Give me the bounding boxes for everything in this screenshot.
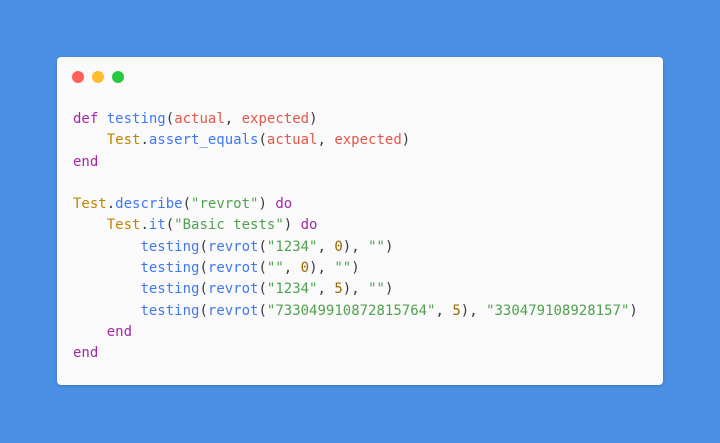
code-token: "1234" <box>266 281 318 298</box>
code-token: it <box>148 217 166 234</box>
code-token: 5 <box>452 302 461 319</box>
code-token: "733049910872815764" <box>266 302 436 319</box>
code-token: . <box>106 196 116 213</box>
code-token: ) <box>384 238 394 255</box>
code-token: "" <box>266 260 284 277</box>
minimize-dot-icon[interactable] <box>92 71 104 83</box>
code-token: "Basic tests" <box>174 217 284 234</box>
code-line: testing(revrot("", 0), "") <box>73 258 638 279</box>
code-token: ( <box>165 217 175 234</box>
code-token: revrot <box>207 281 259 298</box>
maximize-dot-icon[interactable] <box>112 71 124 83</box>
code-token: do <box>300 217 318 234</box>
code-token: "" <box>334 260 352 277</box>
code-token: do <box>275 196 293 213</box>
code-line: end <box>73 343 638 364</box>
code-token: ( <box>199 260 208 277</box>
code-token: "" <box>368 281 385 298</box>
code-token: ) <box>258 196 276 213</box>
code-token: ) <box>309 111 318 127</box>
code-line: def testing(actual, expected) <box>73 109 638 130</box>
code-token: Test <box>73 196 107 213</box>
code-token: describe <box>115 196 183 213</box>
window-controls <box>72 71 124 83</box>
code-token: ( <box>165 111 175 127</box>
code-token: 0 <box>334 238 343 255</box>
code-line: testing(revrot("733049910872815764", 5),… <box>73 301 638 322</box>
code-token: expected <box>241 111 310 127</box>
code-token: , <box>317 132 335 149</box>
code-token: ( <box>258 132 267 149</box>
code-token: expected <box>334 132 402 149</box>
code-token: ) <box>283 217 301 234</box>
code-token: 5 <box>334 281 343 298</box>
code-token: testing <box>140 302 200 319</box>
code-token: testing <box>106 111 166 127</box>
code-line: end <box>73 322 638 343</box>
code-token: ( <box>182 196 192 213</box>
code-token: ) <box>351 260 360 277</box>
code-token: def <box>73 111 99 127</box>
code-token: "" <box>368 238 385 255</box>
code-token: testing <box>140 281 200 298</box>
code-token: ) <box>384 281 394 298</box>
code-token: , <box>224 111 242 127</box>
code-token: . <box>140 217 149 234</box>
close-dot-icon[interactable] <box>72 71 84 83</box>
code-token: assert_equals <box>148 132 259 149</box>
code-token: 0 <box>300 260 310 277</box>
code-line: Test.describe("revrot") do <box>73 194 638 215</box>
code-line: testing(revrot("1234", 0), "") <box>73 237 638 258</box>
code-token: , <box>435 302 453 319</box>
code-token: "1234" <box>266 238 318 255</box>
code-token: revrot <box>207 260 259 277</box>
code-token: revrot <box>207 238 259 255</box>
code-token: ( <box>199 281 208 298</box>
code-token: ), <box>342 281 369 298</box>
code-token: end <box>73 345 99 362</box>
code-line: Test.assert_equals(actual, expected) <box>73 130 638 151</box>
code-token: end <box>106 323 133 340</box>
code-token: Test <box>106 132 141 149</box>
code-token: , <box>317 238 335 255</box>
code-token: ), <box>342 238 369 255</box>
code-token: ( <box>199 238 208 255</box>
code-token: "revrot" <box>191 196 259 213</box>
code-token: Test <box>106 217 141 234</box>
code-line: end <box>73 152 638 173</box>
code-token: ( <box>258 302 267 319</box>
page-background: def testing(actual, expected) Test.asser… <box>0 0 720 443</box>
code-token: ) <box>629 302 638 319</box>
code-token: ( <box>199 302 208 319</box>
code-token: "330479108928157" <box>486 302 630 319</box>
code-token: revrot <box>207 302 259 319</box>
code-token: . <box>140 132 149 149</box>
code-token: ) <box>401 132 411 149</box>
code-token: end <box>73 153 99 170</box>
code-token: ( <box>258 260 267 277</box>
code-block: def testing(actual, expected) Test.asser… <box>73 109 638 365</box>
code-token: , <box>283 260 301 277</box>
code-token: actual <box>266 132 318 149</box>
code-token: actual <box>174 111 225 127</box>
code-line: testing(revrot("1234", 5), "") <box>73 279 638 300</box>
code-token: ), <box>460 302 487 319</box>
code-token: ), <box>309 260 335 277</box>
code-token: ( <box>258 238 267 255</box>
code-line: Test.it("Basic tests") do <box>73 215 638 236</box>
code-token: ( <box>258 281 267 298</box>
code-token: testing <box>140 238 200 255</box>
code-window: def testing(actual, expected) Test.asser… <box>57 57 663 385</box>
code-token: testing <box>140 260 200 277</box>
code-token: , <box>317 281 335 298</box>
